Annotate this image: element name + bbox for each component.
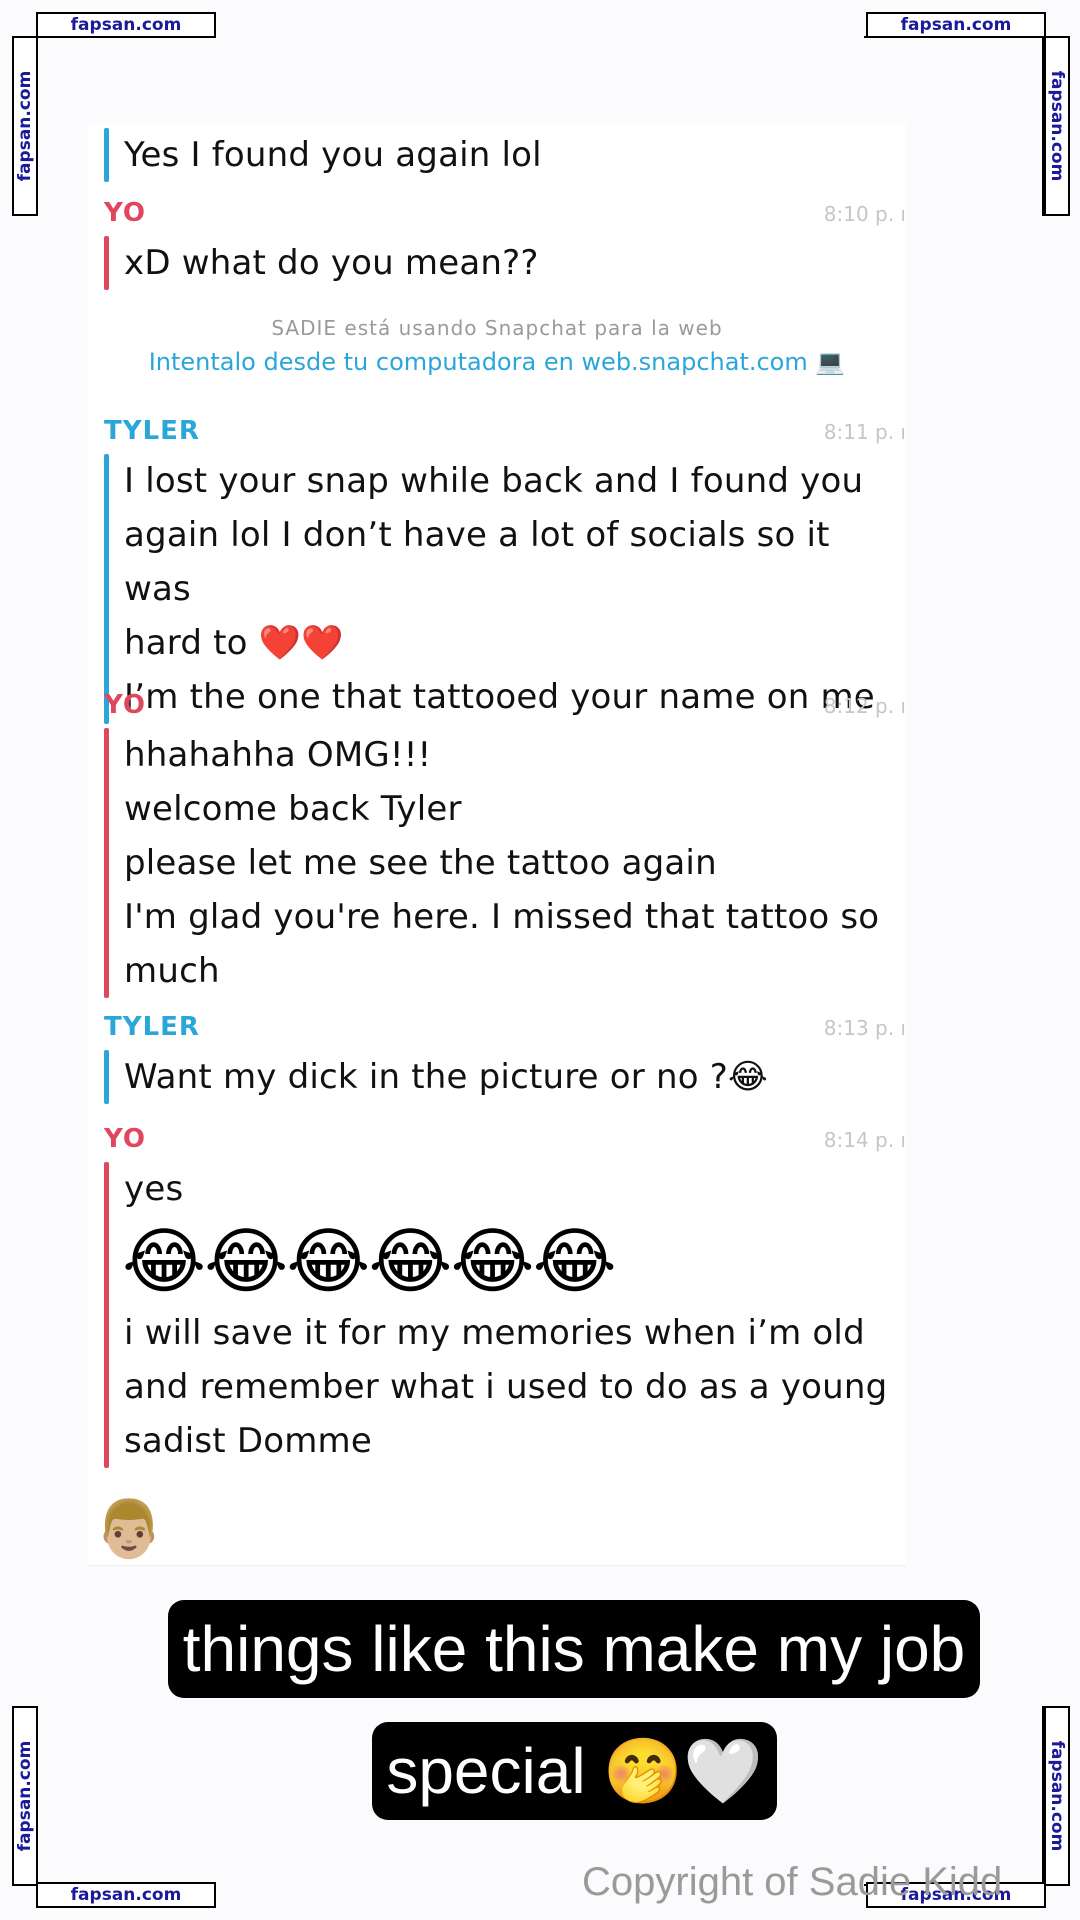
message-time: 8:12 p. ı: [823, 694, 906, 718]
message-bar: [104, 236, 109, 290]
message-bar: [104, 454, 109, 724]
message-time: 8:14 p. ı: [823, 1128, 906, 1152]
sender-label: TYLER: [104, 416, 200, 446]
sender-label: YO: [104, 690, 147, 720]
chat-message: yes 😂😂😂😂😂😂 i will save it for my memorie…: [104, 1162, 906, 1468]
watermark-text: fapsan.com: [15, 1740, 35, 1852]
watermark: fapsan.com: [1044, 1706, 1070, 1886]
chat-message: Yes I found you again lol: [104, 128, 906, 182]
caption-line-2: special 🤭🤍: [372, 1722, 777, 1820]
message-bar: [104, 1162, 109, 1468]
watermark-text: fapsan.com: [15, 70, 35, 182]
message-bar: [104, 1050, 109, 1104]
watermark: fapsan.com: [12, 36, 38, 216]
sender-label: YO: [104, 1124, 147, 1154]
web-snapchat-link[interactable]: Intentalo desde tu computadora en web.sn…: [88, 348, 906, 376]
web-usage-notice: SADIE está usando Snapchat para la web I…: [88, 316, 906, 376]
web-usage-text: SADIE está usando Snapchat para la web: [271, 316, 723, 340]
message-bar: [104, 728, 109, 998]
message-text: hhahahha OMG!!! welcome back Tyler pleas…: [124, 735, 880, 991]
message-text: I lost your snap while back and I found …: [124, 461, 875, 717]
chat-screenshot: Yes I found you again lol YO 8:10 p. ı x…: [88, 124, 906, 1566]
bitmoji-avatar: 👨🏼: [94, 1497, 164, 1562]
message-time: 8:11 p. ı: [823, 420, 906, 444]
chat-message: xD what do you mean??: [104, 236, 906, 290]
watermark: fapsan.com: [36, 1882, 216, 1908]
watermark: fapsan.com: [1044, 36, 1070, 216]
message-time: 8:10 p. ı: [823, 202, 906, 226]
watermark: fapsan.com: [12, 1706, 38, 1886]
message-time: 8:13 p. ı: [823, 1016, 906, 1040]
copyright-text: Copyright of Sadie Kidd: [582, 1860, 1003, 1904]
message-text: Want my dick in the picture or no ?😂: [124, 1057, 768, 1097]
laughing-emoji-row: 😂😂😂😂😂😂: [122, 1219, 617, 1303]
divider: [88, 1565, 906, 1566]
watermark: fapsan.com: [866, 12, 1046, 38]
chat-message: I lost your snap while back and I found …: [104, 454, 906, 724]
chat-message: Want my dick in the picture or no ?😂: [104, 1050, 906, 1104]
sender-label: YO: [104, 198, 147, 228]
sender-label: TYLER: [104, 1012, 200, 1042]
message-bar: [104, 128, 109, 182]
watermark-text: fapsan.com: [1047, 70, 1067, 182]
caption-line-1: things like this make my job so: [168, 1600, 980, 1783]
watermark: fapsan.com: [36, 12, 216, 38]
message-text: i will save it for my memories when i’m …: [124, 1313, 888, 1461]
message-text: xD what do you mean??: [124, 243, 539, 283]
chat-message: hhahahha OMG!!! welcome back Tyler pleas…: [104, 728, 906, 998]
message-text: yes: [124, 1169, 184, 1209]
watermark-text: fapsan.com: [1047, 1740, 1067, 1852]
message-text: Yes I found you again lol: [124, 135, 542, 175]
